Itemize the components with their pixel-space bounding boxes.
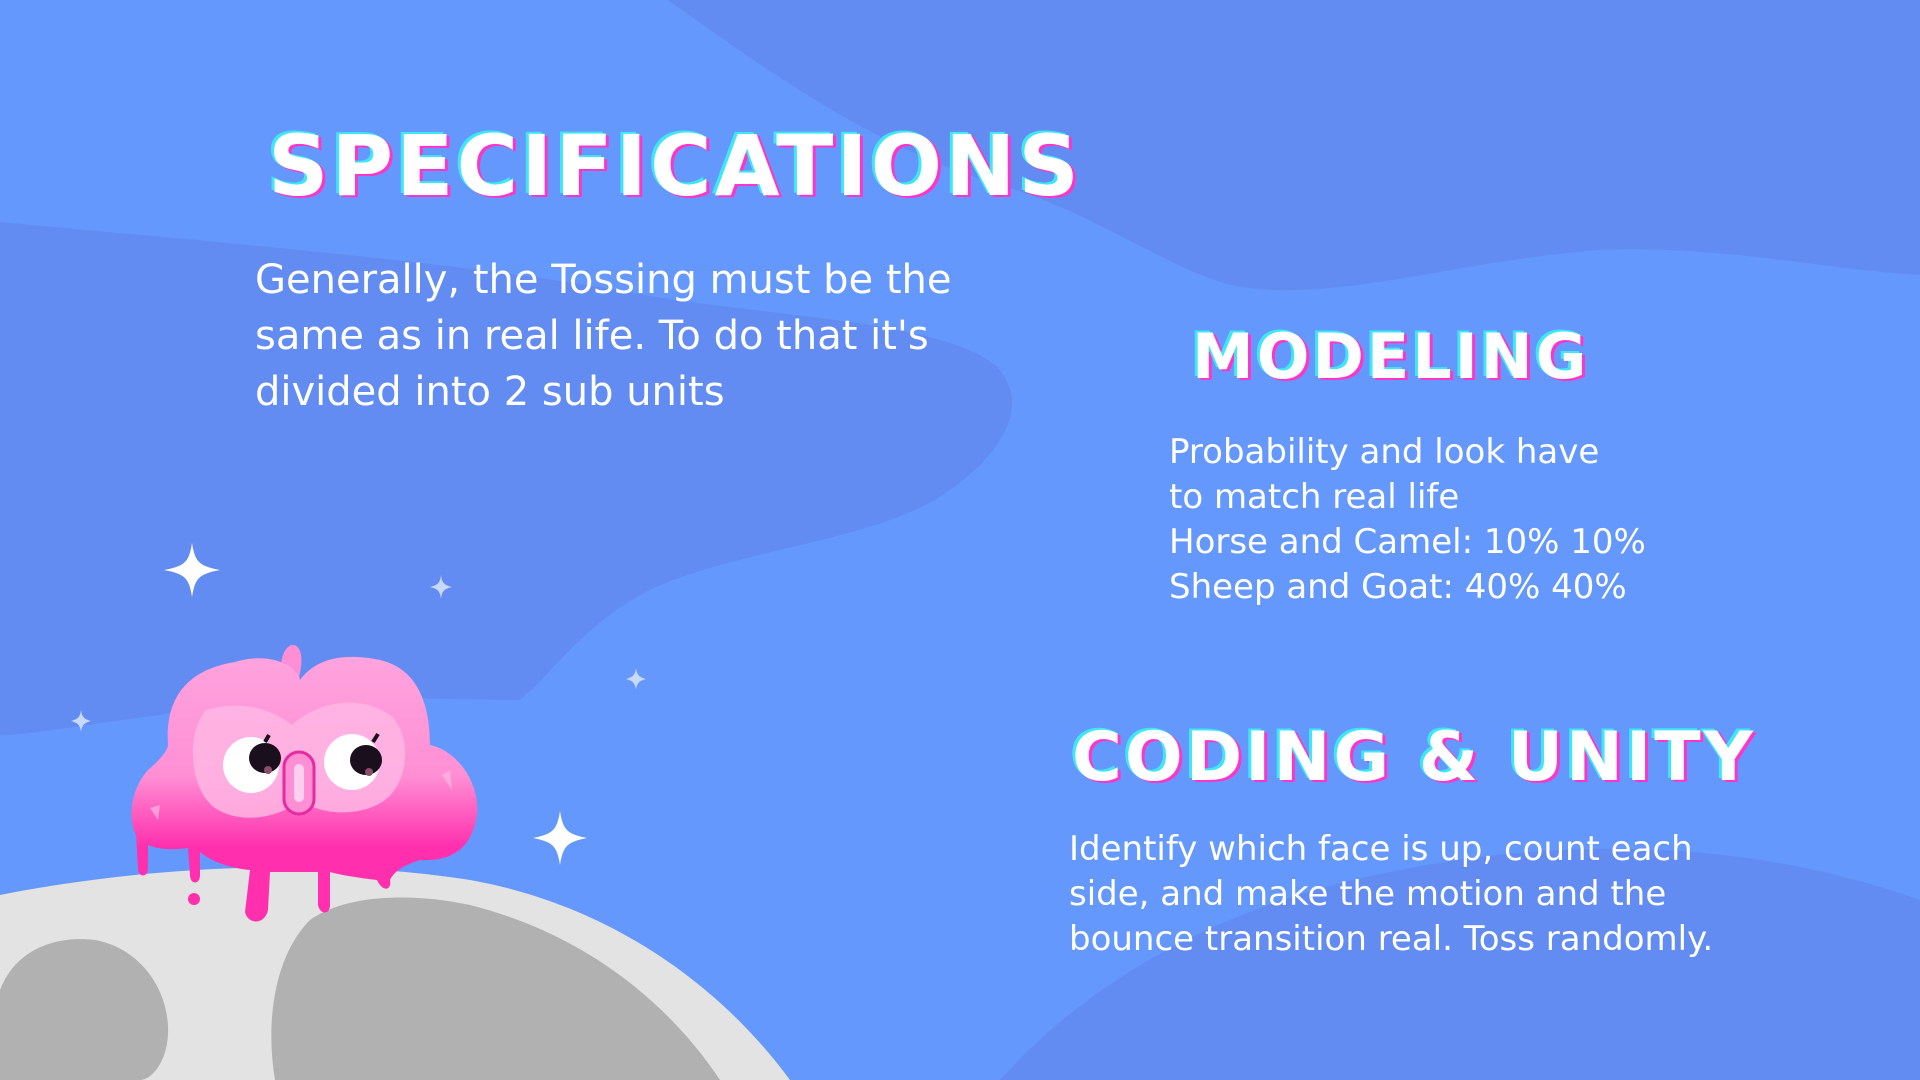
intro-paragraph: Generally, the Tossing must be the same … xyxy=(255,252,951,420)
coding-line: Identify which face is up, count each xyxy=(1069,829,1693,869)
intro-line: same as in real life. To do that it's xyxy=(255,313,929,359)
coding-line: bounce transition real. Toss randomly. xyxy=(1069,919,1714,959)
modeling-line: Sheep and Goat: 40% 40% xyxy=(1169,567,1627,607)
modeling-paragraph: Probability and look have to match real … xyxy=(1169,430,1646,610)
coding-heading: CODING & UNITY xyxy=(1072,718,1756,797)
modeling-line: Probability and look have xyxy=(1169,432,1600,472)
intro-line: Generally, the Tossing must be the xyxy=(255,257,952,303)
coding-paragraph: Identify which face is up, count each si… xyxy=(1069,827,1713,962)
modeling-line: Horse and Camel: 10% 10% xyxy=(1169,522,1646,562)
page-title: SPECIFICATIONS xyxy=(268,117,1082,215)
modeling-heading: MODELING xyxy=(1192,320,1590,393)
sparkle-icon xyxy=(626,668,646,690)
modeling-line: to match real life xyxy=(1169,477,1460,517)
sparkle-icon xyxy=(533,811,587,865)
moon xyxy=(0,867,790,1080)
coding-line: side, and make the motion and the xyxy=(1069,874,1667,914)
intro-line: divided into 2 sub units xyxy=(255,369,725,415)
